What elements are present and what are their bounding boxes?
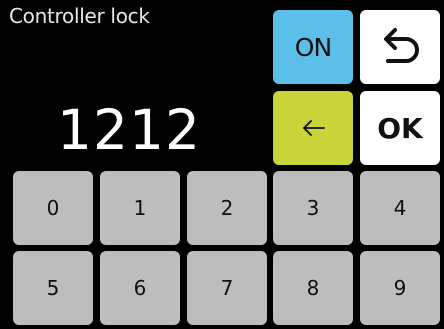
on-button[interactable]: ON bbox=[273, 10, 353, 84]
key-2[interactable]: 2 bbox=[187, 171, 267, 245]
controller-lock-screen: Controller lock 1212 ON OK 0 1 2 3 4 5 6… bbox=[0, 0, 444, 329]
page-title: Controller lock bbox=[9, 4, 150, 28]
code-display: 1212 bbox=[57, 98, 201, 162]
undo-arrow-icon bbox=[375, 22, 425, 72]
key-5[interactable]: 5 bbox=[13, 251, 93, 325]
ok-button[interactable]: OK bbox=[360, 91, 440, 165]
key-0[interactable]: 0 bbox=[13, 171, 93, 245]
key-1[interactable]: 1 bbox=[100, 171, 180, 245]
key-9[interactable]: 9 bbox=[360, 251, 440, 325]
key-8[interactable]: 8 bbox=[273, 251, 353, 325]
key-7[interactable]: 7 bbox=[187, 251, 267, 325]
back-button[interactable] bbox=[360, 10, 440, 84]
backspace-button[interactable] bbox=[273, 91, 353, 165]
left-arrow-icon bbox=[299, 116, 327, 140]
key-3[interactable]: 3 bbox=[273, 171, 353, 245]
key-6[interactable]: 6 bbox=[100, 251, 180, 325]
key-4[interactable]: 4 bbox=[360, 171, 440, 245]
